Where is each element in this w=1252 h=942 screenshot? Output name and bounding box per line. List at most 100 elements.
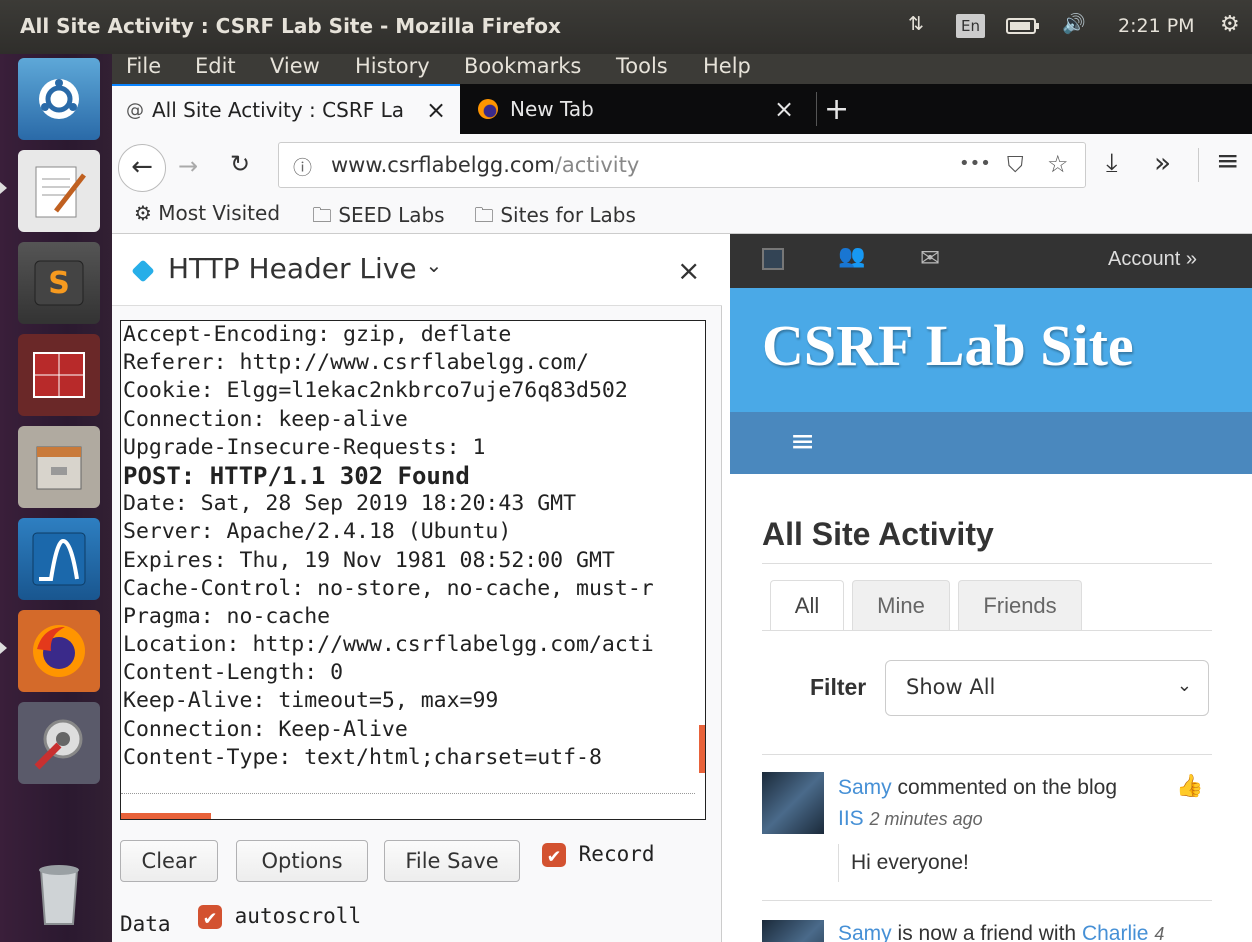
checkmark-icon: ✔	[542, 843, 566, 867]
hamburger-menu-icon[interactable]: ≡	[1216, 144, 1239, 177]
friends-icon[interactable]: 👥	[838, 244, 865, 269]
bookmark-star-icon[interactable]: ☆	[1047, 150, 1069, 178]
site-name[interactable]: CSRF Lab Site	[762, 312, 1134, 379]
ubuntu-dash-icon[interactable]	[18, 58, 100, 140]
header-log-line: Pragma: no-cache	[123, 603, 331, 629]
reload-button[interactable]: ↻	[230, 150, 250, 178]
trash-icon[interactable]	[18, 854, 100, 936]
folder-icon: 🗀	[474, 203, 494, 227]
filter-label: Filter	[810, 674, 867, 700]
file-save-button[interactable]: File Save	[384, 840, 520, 882]
forward-button[interactable]: →	[178, 152, 198, 180]
target-link[interactable]: Charlie	[1082, 922, 1149, 942]
header-log-line: Cache-Control: no-store, no-cache, must-…	[123, 575, 654, 601]
menu-view[interactable]: View	[270, 54, 320, 78]
text-editor-icon[interactable]	[18, 150, 100, 232]
avatar[interactable]	[762, 920, 824, 942]
page-actions-icon[interactable]: •••	[959, 153, 991, 174]
activity-item: Samy is now a friend with Charlie 4	[762, 918, 1212, 942]
tab-bar: @ All Site Activity : CSRF La × New Tab …	[112, 84, 1252, 134]
record-checkbox[interactable]: ✔ Record	[542, 842, 655, 867]
header-log-line: Location: http://www.csrflabelgg.com/act…	[123, 632, 654, 658]
http-header-live-sidebar: HTTP Header Live ⌄ × Accept-Encoding: gz…	[112, 234, 722, 942]
menu-edit[interactable]: Edit	[195, 54, 236, 78]
filter-select-value: Show All	[906, 675, 996, 699]
tab-mine[interactable]: Mine	[852, 580, 950, 630]
tabs-divider	[762, 630, 1212, 631]
info-icon[interactable]: ⓘ	[293, 153, 312, 180]
sidebar-title[interactable]: HTTP Header Live ⌄	[168, 252, 442, 285]
extension-icon	[131, 259, 155, 283]
tab-title: New Tab	[510, 97, 594, 121]
back-button[interactable]: ←	[118, 144, 166, 192]
menu-file[interactable]: File	[126, 54, 161, 78]
bookmarks-toolbar: ⚙ Most Visited 🗀 SEED Labs 🗀 Sites for L…	[112, 196, 1252, 234]
ubuntu-top-bar: All Site Activity : CSRF Lab Site - Mozi…	[0, 0, 1252, 54]
terminal-red-icon[interactable]	[18, 334, 100, 416]
sidebar-close-icon[interactable]: ×	[677, 254, 700, 287]
mail-icon[interactable]: ✉	[920, 244, 940, 272]
user-link[interactable]: Samy	[838, 922, 892, 942]
tab-close-icon[interactable]: ×	[774, 95, 794, 123]
horizontal-scrollbar[interactable]	[121, 813, 211, 819]
pocket-icon[interactable]: ⛉	[1007, 153, 1024, 178]
system-settings-icon[interactable]	[18, 702, 100, 784]
web-content: 👥 ✉ Account » CSRF Lab Site ≡ All Site A…	[730, 234, 1252, 942]
log-scrollbar[interactable]	[699, 725, 705, 773]
activity-text: is now a friend with	[891, 922, 1082, 942]
avatar[interactable]	[762, 772, 824, 834]
hamburger-icon[interactable]: ≡	[790, 424, 815, 459]
network-icon[interactable]: ⇅	[908, 13, 924, 35]
clear-button[interactable]: Clear	[120, 840, 218, 882]
url-host: www.csrflabelgg.com	[331, 153, 555, 177]
elgg-logo-icon[interactable]	[762, 248, 784, 270]
overflow-chevron-icon[interactable]: »	[1154, 146, 1171, 179]
sites-for-labs-bookmark[interactable]: 🗀 Sites for Labs	[474, 201, 636, 235]
tab-new-tab[interactable]: New Tab ×	[462, 84, 816, 134]
volume-icon[interactable]: 🔊	[1062, 12, 1086, 35]
header-log-line: Content-Type: text/html;charset=utf-8	[123, 744, 602, 770]
most-visited-bookmark[interactable]: ⚙ Most Visited	[134, 201, 280, 225]
bookmark-label: Sites for Labs	[500, 203, 636, 227]
header-log-line: Cookie: Elgg=l1ekac2nkbrco7uje76q83d502	[123, 378, 628, 404]
firefox-icon[interactable]	[18, 610, 100, 692]
header-log[interactable]: Accept-Encoding: gzip, deflate Referer: h…	[120, 320, 706, 820]
record-label: Record	[578, 842, 655, 866]
autoscroll-checkbox[interactable]: ✔ autoscroll	[198, 904, 361, 929]
file-manager-icon[interactable]	[18, 426, 100, 508]
battery-icon[interactable]	[1006, 17, 1042, 40]
clock[interactable]: 2:21 PM	[1118, 15, 1195, 37]
url-path: /activity	[554, 153, 640, 177]
autoscroll-label: autoscroll	[234, 904, 362, 928]
firefox-favicon-icon	[478, 99, 498, 119]
menu-bookmarks[interactable]: Bookmarks	[464, 54, 581, 78]
tab-all[interactable]: All	[770, 580, 844, 631]
power-gear-icon[interactable]: ⚙	[1220, 12, 1240, 37]
like-thumb-icon[interactable]: 👍	[1176, 774, 1203, 799]
options-button[interactable]: Options	[236, 840, 368, 882]
keyboard-layout-indicator[interactable]: En	[956, 14, 985, 38]
header-log-line: Server: Apache/2.4.18 (Ubuntu)	[123, 519, 512, 545]
header-log-line: Connection: Keep-Alive	[123, 716, 408, 742]
wireshark-icon[interactable]	[18, 518, 100, 600]
screen: All Site Activity : CSRF Lab Site - Mozi…	[0, 0, 1252, 942]
account-menu[interactable]: Account »	[1108, 248, 1197, 271]
menu-tools[interactable]: Tools	[616, 54, 668, 78]
downloads-icon[interactable]: ⤓	[1106, 148, 1118, 179]
tab-all-site-activity[interactable]: @ All Site Activity : CSRF La ×	[112, 84, 460, 134]
seed-labs-bookmark[interactable]: 🗀 SEED Labs	[312, 201, 445, 235]
filter-select[interactable]: Show All ⌄	[885, 660, 1209, 716]
menu-help[interactable]: Help	[703, 54, 751, 78]
tab-close-icon[interactable]: ×	[426, 96, 446, 124]
excerpt-text: Hi everyone!	[851, 851, 969, 874]
list-divider	[762, 900, 1212, 901]
url-bar[interactable]: ⓘ www.csrflabelgg.com/activity ••• ⛉ ☆	[278, 142, 1086, 188]
tab-friends[interactable]: Friends	[958, 580, 1082, 630]
tab-favicon-icon: @	[126, 99, 144, 121]
user-link[interactable]: Samy	[838, 776, 892, 799]
target-link[interactable]: IIS	[838, 807, 864, 830]
menu-history[interactable]: History	[355, 54, 430, 78]
page-title: All Site Activity	[762, 516, 994, 552]
new-tab-button[interactable]: +	[824, 84, 856, 134]
sublime-text-icon[interactable]: S	[18, 242, 100, 324]
